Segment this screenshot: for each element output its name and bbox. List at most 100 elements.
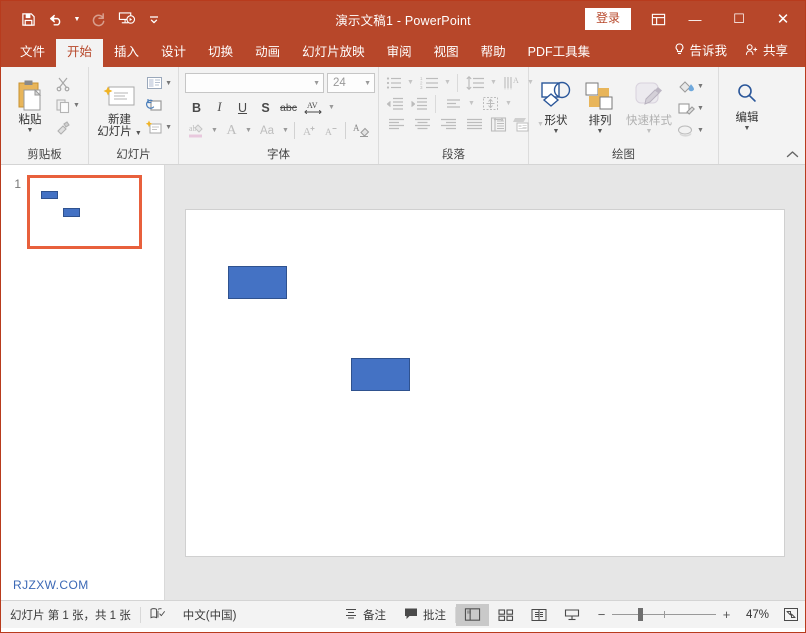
paste-dropdown-icon[interactable]: ▼: [27, 127, 34, 135]
font-size-dropdown-icon[interactable]: ▼: [358, 80, 371, 87]
arrange-dropdown-icon[interactable]: ▼: [597, 128, 604, 136]
text-highlight-button[interactable]: ab: [185, 120, 209, 141]
rectangle-shape-1[interactable]: [228, 266, 287, 299]
align-text-dropdown-icon[interactable]: ▼: [466, 93, 477, 114]
font-size-combobox[interactable]: 24 ▼: [327, 73, 375, 93]
find-button[interactable]: 编辑 ▼: [725, 75, 769, 133]
change-case-button[interactable]: Aa: [254, 120, 280, 141]
shape-effects-dropdown-icon[interactable]: ▼: [697, 127, 704, 134]
thumbnail-item[interactable]: 1: [1, 175, 164, 249]
normal-view-button[interactable]: [456, 604, 489, 626]
arrange-button[interactable]: 排列 ▼: [578, 72, 622, 136]
align-center-button[interactable]: [409, 114, 435, 135]
columns-button[interactable]: [487, 114, 509, 135]
bullets-dropdown-icon[interactable]: ▼: [405, 72, 416, 93]
save-icon[interactable]: [15, 6, 41, 32]
section-dropdown-icon[interactable]: ▼: [165, 124, 172, 131]
spellcheck-status[interactable]: [141, 601, 174, 628]
underline-button[interactable]: U: [231, 97, 254, 118]
italic-button[interactable]: I: [208, 97, 231, 118]
quick-styles-button[interactable]: 快速样式 ▼: [622, 72, 676, 136]
tab-help[interactable]: 帮助: [470, 39, 517, 68]
start-slideshow-icon[interactable]: [113, 6, 139, 32]
minimize-button[interactable]: —: [673, 1, 717, 37]
text-highlight-dropdown-icon[interactable]: ▼: [211, 127, 218, 134]
tab-transitions[interactable]: 切换: [197, 39, 244, 68]
numbering-button[interactable]: 1 2 3: [416, 72, 442, 93]
tab-design[interactable]: 设计: [150, 39, 197, 68]
change-case-dropdown-icon[interactable]: ▼: [282, 127, 289, 134]
editing-dropdown-icon[interactable]: ▼: [744, 125, 751, 133]
increase-font-size-button[interactable]: A: [298, 120, 320, 141]
zoom-slider-thumb[interactable]: [638, 608, 643, 621]
slide-count-status[interactable]: 幻灯片 第 1 张，共 1 张: [1, 601, 140, 628]
zoom-out-button[interactable]: −: [596, 607, 607, 622]
shapes-dropdown-icon[interactable]: ▼: [553, 128, 560, 136]
maximize-button[interactable]: ☐: [717, 1, 761, 37]
decrease-indent-button[interactable]: [383, 93, 407, 114]
layout-dropdown-icon[interactable]: ▼: [165, 80, 172, 87]
character-spacing-dropdown-icon[interactable]: ▼: [328, 104, 335, 111]
section-button[interactable]: ▼: [145, 117, 173, 138]
collapse-ribbon-icon[interactable]: [786, 150, 799, 162]
tab-insert[interactable]: 插入: [103, 39, 150, 68]
slide-sorter-view-button[interactable]: [489, 604, 522, 626]
layout-button[interactable]: ▼: [145, 73, 173, 94]
new-slide-button[interactable]: 新建 幻灯片 ▼: [94, 71, 145, 138]
tab-pdf-tools[interactable]: PDF工具集: [517, 39, 602, 68]
zoom-percent[interactable]: 47%: [737, 609, 769, 621]
bullets-button[interactable]: [383, 72, 405, 93]
shape-fill-dropdown-icon[interactable]: ▼: [697, 83, 704, 90]
slide-canvas[interactable]: [185, 209, 785, 557]
align-left-button[interactable]: [383, 114, 409, 135]
customize-qat-icon[interactable]: [141, 6, 167, 32]
shapes-button[interactable]: 形状 ▼: [534, 72, 578, 136]
tab-file[interactable]: 文件: [9, 39, 56, 68]
slideshow-view-button[interactable]: [555, 604, 588, 626]
text-box-align-dropdown-icon[interactable]: ▼: [503, 93, 514, 114]
paste-button[interactable]: 粘贴 ▼: [6, 71, 54, 135]
text-direction-button[interactable]: A: [499, 72, 525, 93]
slide-thumbnail-1[interactable]: [27, 175, 142, 249]
character-spacing-button[interactable]: AV: [300, 97, 326, 118]
undo-dropdown-icon[interactable]: ▼: [71, 6, 83, 32]
clear-formatting-button[interactable]: A: [349, 120, 373, 141]
quick-styles-dropdown-icon[interactable]: ▼: [646, 128, 653, 136]
align-text-button[interactable]: [440, 93, 466, 114]
notes-button[interactable]: 备注: [335, 601, 395, 628]
increase-indent-button[interactable]: [407, 93, 431, 114]
share-button[interactable]: 共享: [736, 38, 797, 68]
shape-outline-dropdown-icon[interactable]: ▼: [697, 105, 704, 112]
rectangle-shape-2[interactable]: [351, 358, 410, 391]
shape-effects-button[interactable]: ▼: [676, 120, 705, 141]
align-right-button[interactable]: [435, 114, 461, 135]
font-color-button[interactable]: A: [220, 120, 243, 141]
line-spacing-dropdown-icon[interactable]: ▼: [488, 72, 499, 93]
tab-review[interactable]: 审阅: [376, 39, 423, 68]
bold-button[interactable]: B: [185, 97, 208, 118]
font-name-combobox[interactable]: ▼: [185, 73, 324, 93]
signin-button[interactable]: 登录: [585, 8, 631, 30]
shape-fill-button[interactable]: ▼: [676, 76, 705, 97]
format-painter-button[interactable]: [54, 117, 81, 138]
strikethrough-button[interactable]: abc: [277, 97, 300, 118]
text-box-align-button[interactable]: [477, 93, 503, 114]
zoom-slider[interactable]: [612, 614, 716, 615]
font-color-dropdown-icon[interactable]: ▼: [245, 127, 252, 134]
ribbon-display-options-icon[interactable]: [643, 1, 673, 37]
tab-home[interactable]: 开始: [56, 39, 103, 68]
font-name-dropdown-icon[interactable]: ▼: [307, 80, 320, 87]
numbering-dropdown-icon[interactable]: ▼: [442, 72, 453, 93]
shape-outline-button[interactable]: ▼: [676, 98, 705, 119]
cut-button[interactable]: [54, 73, 81, 94]
zoom-in-button[interactable]: +: [721, 607, 732, 622]
comments-button[interactable]: 批注: [395, 601, 455, 628]
tab-animations[interactable]: 动画: [244, 39, 291, 68]
fit-to-window-button[interactable]: [777, 607, 805, 622]
copy-button[interactable]: ▼: [54, 95, 81, 116]
tab-slideshow[interactable]: 幻灯片放映: [291, 39, 376, 68]
slide-canvas-pane[interactable]: [165, 165, 805, 600]
reset-button[interactable]: [145, 95, 173, 116]
tell-me-button[interactable]: 告诉我: [665, 38, 736, 68]
decrease-font-size-button[interactable]: A: [320, 120, 342, 141]
